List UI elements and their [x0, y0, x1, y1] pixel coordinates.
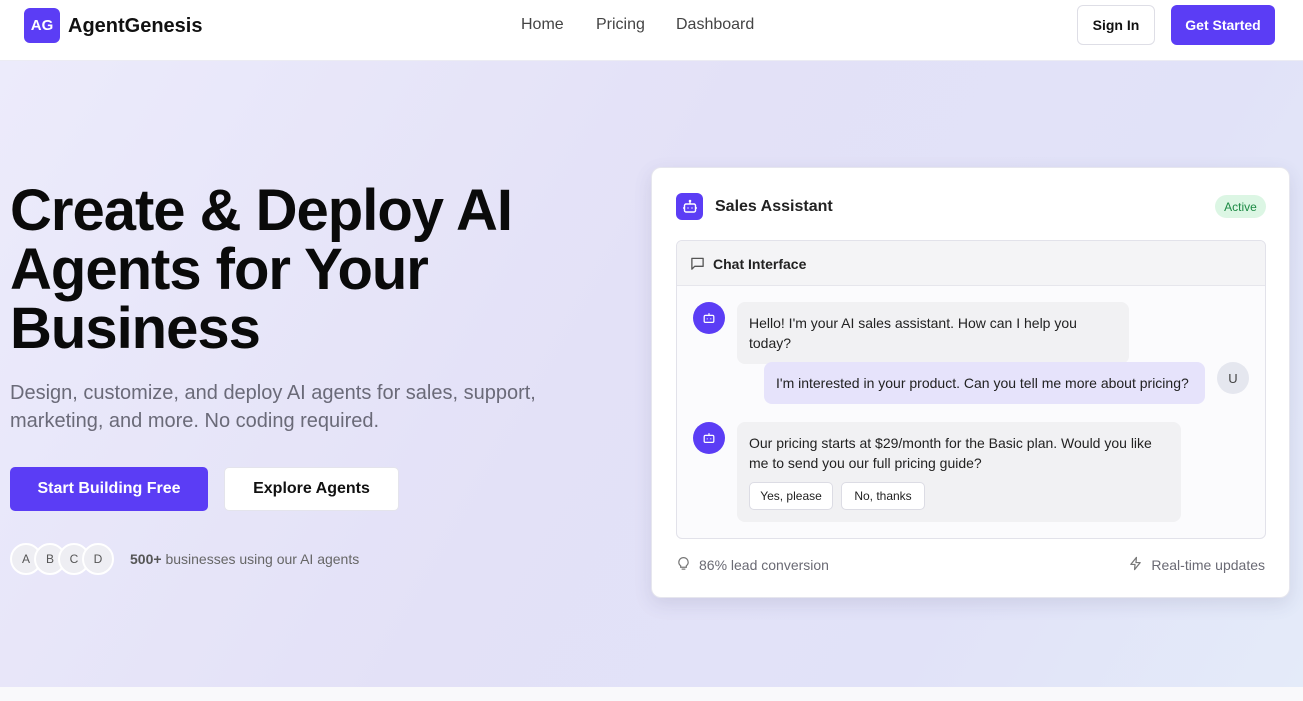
start-building-button[interactable]: Start Building Free — [10, 467, 208, 511]
message-line: me to send you our full pricing guide? — [749, 455, 982, 471]
top-navbar: AG AgentGenesis Home Pricing Dashboard S… — [0, 0, 1303, 61]
realtime-updates-text: Real-time updates — [1151, 557, 1265, 573]
quick-reply-yes[interactable]: Yes, please — [749, 482, 833, 510]
chat-message-user: I'm interested in your product. Can you … — [764, 362, 1205, 404]
get-started-button[interactable]: Get Started — [1171, 5, 1275, 45]
chat-title: Chat Interface — [713, 256, 807, 272]
zap-icon — [1128, 556, 1143, 574]
lead-conversion-stat: 86% lead conversion — [676, 556, 829, 574]
hero-title-line: Create & Deploy AI — [10, 178, 513, 243]
hero-subtitle-line: Design, customize, and deploy AI agents … — [10, 382, 536, 404]
chat-header: Chat Interface — [677, 241, 1265, 286]
sign-in-button[interactable]: Sign In — [1077, 5, 1155, 45]
agent-title: Sales Assistant — [715, 198, 833, 215]
agent-preview-card: Sales Assistant Active Chat Interface He… — [651, 167, 1290, 598]
explore-agents-button[interactable]: Explore Agents — [224, 467, 399, 511]
bot-avatar-icon — [693, 302, 725, 334]
next-section-edge — [0, 687, 1303, 701]
hero-title-line: Business — [10, 296, 261, 361]
nav-link-pricing[interactable]: Pricing — [596, 16, 645, 34]
bot-avatar-icon — [693, 422, 725, 454]
lead-conversion-text: 86% lead conversion — [699, 557, 829, 573]
chat-message-bot: Hello! I'm your AI sales assistant. How … — [737, 302, 1129, 364]
avatar: D — [82, 543, 114, 575]
lightbulb-icon — [676, 556, 691, 574]
user-avatar: U — [1217, 362, 1249, 394]
message-line: Our pricing starts at $29/month for the … — [749, 435, 1152, 451]
chat-message-bot: Our pricing starts at $29/month for the … — [737, 422, 1181, 522]
hero-title-line: Agents for Your — [10, 237, 429, 302]
bot-icon — [676, 193, 703, 220]
hero-title: Create & Deploy AI Agents for Your Busin… — [10, 181, 610, 358]
social-proof: 500+ businesses using our AI agents — [130, 551, 359, 567]
status-badge: Active — [1215, 195, 1266, 218]
brand-name[interactable]: AgentGenesis — [68, 15, 202, 38]
hero-section: Create & Deploy AI Agents for Your Busin… — [0, 61, 1303, 687]
chat-panel: Chat Interface Hello! I'm your AI sales … — [676, 240, 1266, 539]
quick-reply-no[interactable]: No, thanks — [841, 482, 925, 510]
hero-subtitle: Design, customize, and deploy AI agents … — [10, 379, 570, 435]
logo-mark[interactable]: AG — [24, 8, 60, 43]
message-square-icon — [690, 256, 705, 276]
hero-subtitle-line: marketing, and more. No coding required. — [10, 410, 380, 432]
social-proof-text: businesses using our AI agents — [165, 551, 360, 567]
social-proof-count: 500+ — [130, 551, 162, 567]
nav-link-dashboard[interactable]: Dashboard — [676, 16, 754, 34]
nav-link-home[interactable]: Home — [521, 16, 564, 34]
realtime-updates-stat: Real-time updates — [1128, 556, 1265, 574]
